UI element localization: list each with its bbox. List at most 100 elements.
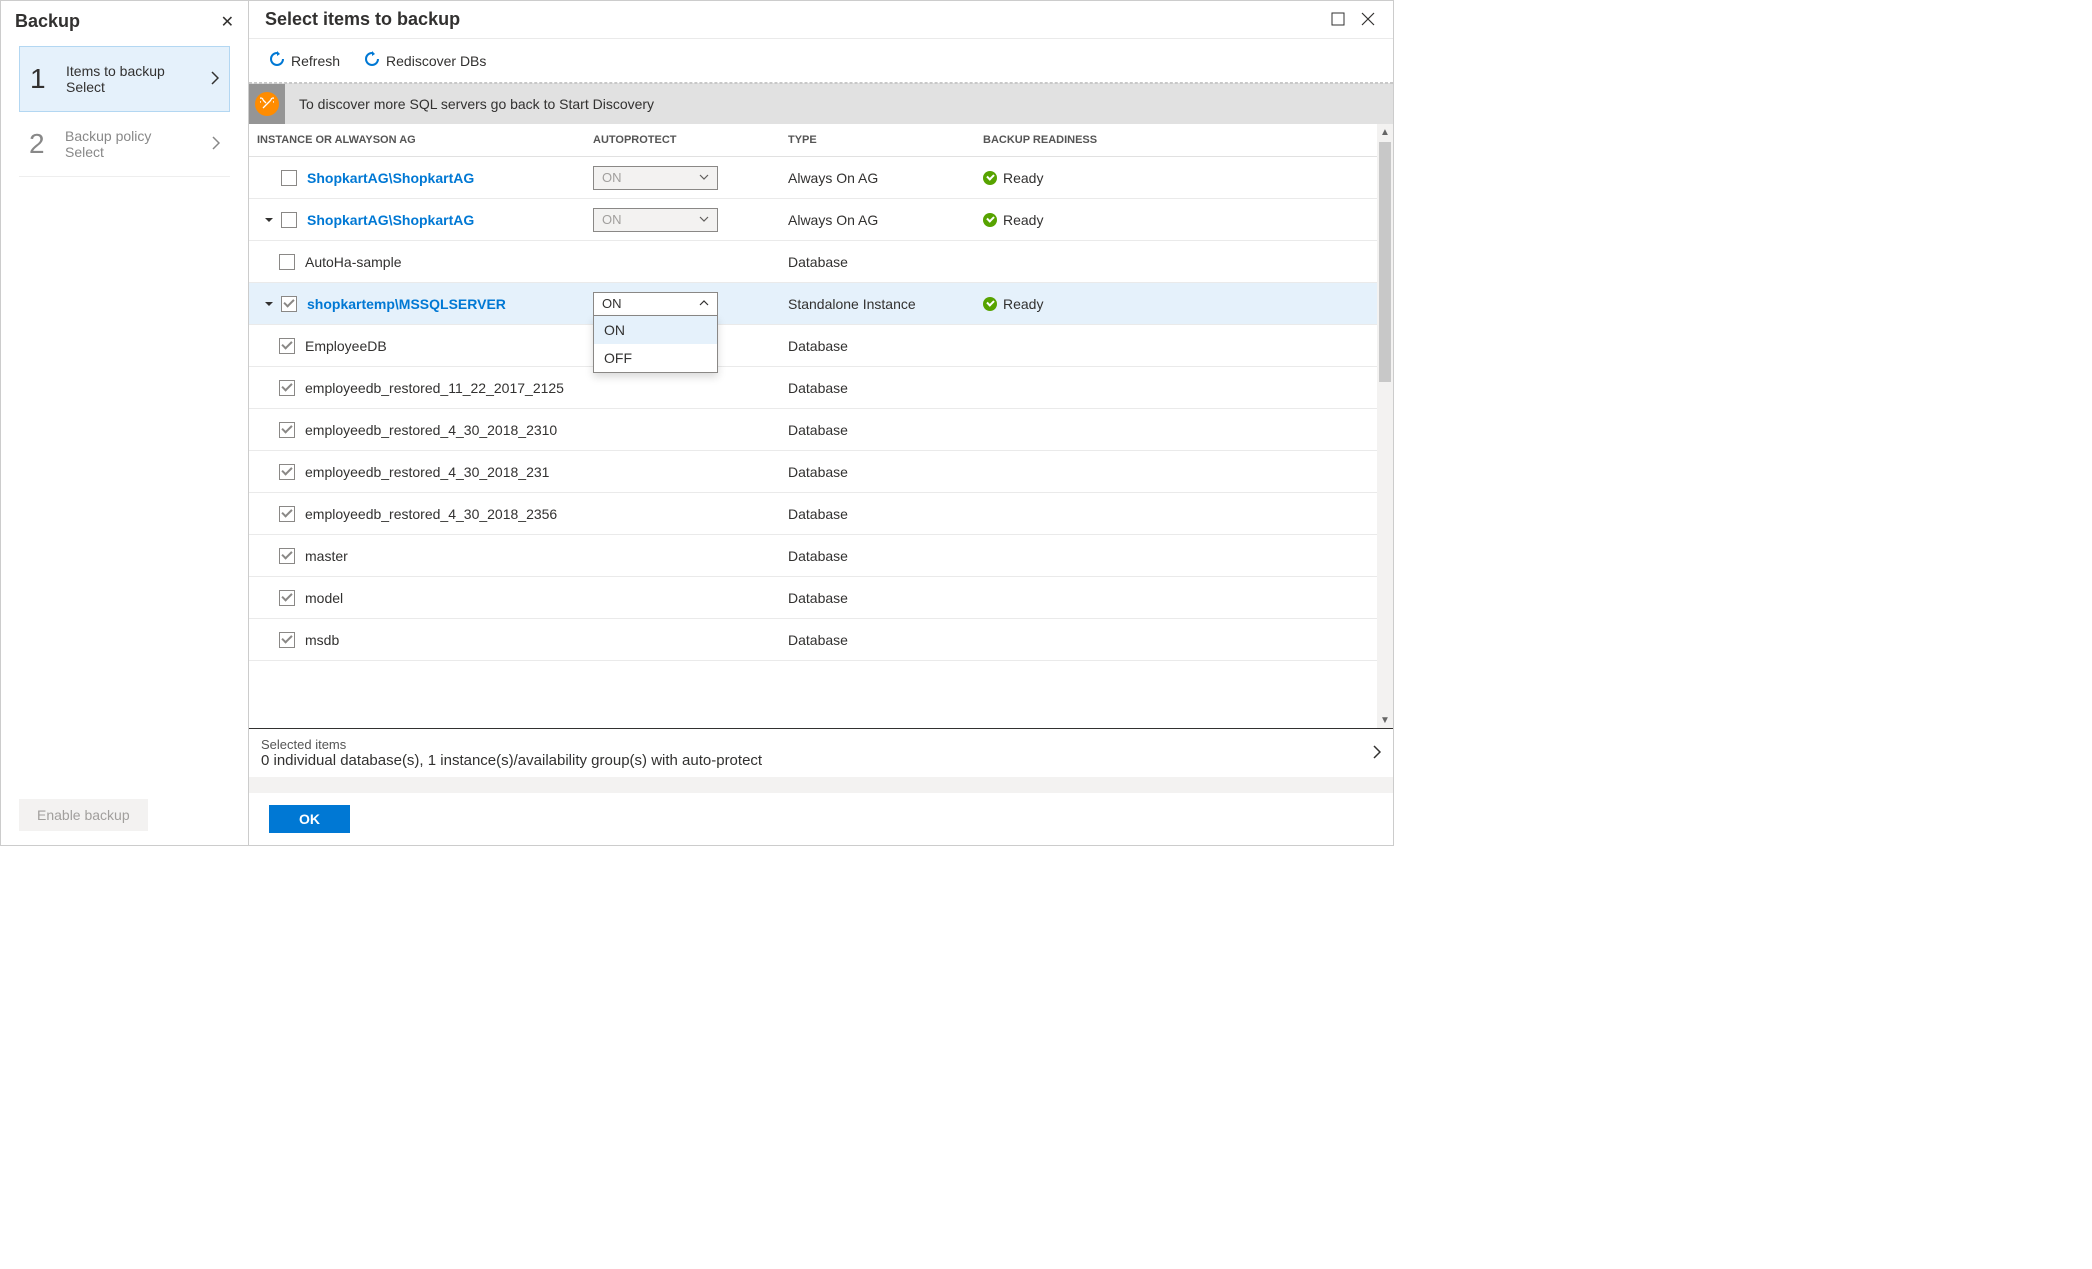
chevron-down-icon xyxy=(699,172,709,183)
type-cell: Database xyxy=(788,632,983,648)
row-checkbox[interactable] xyxy=(279,590,295,606)
chevron-down-icon xyxy=(699,214,709,225)
banner-message: To discover more SQL servers go back to … xyxy=(285,96,668,112)
table-row[interactable]: employeedb_restored_11_22_2017_2125 Datab… xyxy=(249,367,1393,409)
autoprotect-dropdown-menu[interactable]: ONOFF xyxy=(593,316,718,373)
step-items-to-backup[interactable]: 1 Items to backup Select xyxy=(19,46,230,112)
dropdown-option-on[interactable]: ON xyxy=(594,316,717,344)
col-autoprotect: AUTOPROTECT xyxy=(593,134,788,146)
database-name: master xyxy=(305,548,348,564)
database-name: AutoHa-sample xyxy=(305,254,402,270)
refresh-label: Refresh xyxy=(291,53,340,69)
row-checkbox[interactable] xyxy=(279,338,295,354)
row-checkbox[interactable] xyxy=(279,506,295,522)
row-checkbox[interactable] xyxy=(279,422,295,438)
expand-toggle-icon[interactable] xyxy=(261,215,277,225)
database-name: employeedb_restored_4_30_2018_231 xyxy=(305,464,549,480)
table-row[interactable]: modelDatabase xyxy=(249,577,1393,619)
type-cell: Always On AG xyxy=(788,170,983,186)
step-title: Backup policy xyxy=(65,128,151,144)
table-row[interactable]: ShopkartAG\ShopkartAG ON Always On AG Ready xyxy=(249,157,1393,199)
autoprotect-dropdown[interactable]: ON xyxy=(593,292,718,316)
database-name: employeedb_restored_4_30_2018_2310 xyxy=(305,422,557,438)
selected-description: 0 individual database(s), 1 instance(s)/… xyxy=(261,752,762,769)
refresh-icon xyxy=(364,51,380,70)
table-body: ShopkartAG\ShopkartAG ON Always On AG Ready… xyxy=(249,157,1393,728)
database-name: EmployeeDB xyxy=(305,338,387,354)
selected-items-bar[interactable]: Selected items 0 individual database(s),… xyxy=(249,728,1393,777)
refresh-button[interactable]: Refresh xyxy=(269,51,340,70)
database-name: employeedb_restored_4_30_2018_2356 xyxy=(305,506,557,522)
table-row[interactable]: EmployeeDB Database xyxy=(249,325,1393,367)
sidebar-panel: Backup ✕ 1 Items to backup Select 2 xyxy=(1,1,249,845)
close-icon[interactable] xyxy=(1361,12,1377,28)
tools-icon xyxy=(255,92,279,116)
row-checkbox[interactable] xyxy=(281,296,297,312)
row-checkbox[interactable] xyxy=(279,632,295,648)
selected-label: Selected items xyxy=(261,737,762,752)
dropdown-option-off[interactable]: OFF xyxy=(594,344,717,372)
step-backup-policy[interactable]: 2 Backup policy Select xyxy=(19,112,230,177)
database-name: employeedb_restored_11_22_2017_2125 xyxy=(305,380,564,396)
scroll-up-icon[interactable]: ▲ xyxy=(1377,124,1393,140)
main-panel: Select items to backup Refresh xyxy=(249,1,1393,845)
row-checkbox[interactable] xyxy=(281,212,297,228)
table-header: INSTANCE OR ALWAYSON AG AUTOPROTECT TYPE… xyxy=(249,124,1393,157)
step-number: 2 xyxy=(29,128,51,160)
type-cell: Standalone Instance xyxy=(788,296,983,312)
type-cell: Database xyxy=(788,422,983,438)
row-checkbox[interactable] xyxy=(279,380,295,396)
row-checkbox[interactable] xyxy=(281,170,297,186)
instance-name-link[interactable]: ShopkartAG\ShopkartAG xyxy=(307,212,474,228)
table-row[interactable]: msdb Database xyxy=(249,619,1393,661)
vertical-scrollbar[interactable]: ▲ ▼ xyxy=(1377,124,1393,728)
table-row[interactable]: employeedb_restored_4_30_2018_2310 Databa… xyxy=(249,409,1393,451)
type-cell: Database xyxy=(788,338,983,354)
readiness-label: Ready xyxy=(1003,212,1043,228)
table-row[interactable]: ShopkartAG\ShopkartAG ON Always On AG Ready xyxy=(249,199,1393,241)
instance-name-link[interactable]: shopkartemp\MSSQLSERVER xyxy=(307,296,506,312)
type-cell: Database xyxy=(788,506,983,522)
type-cell: Always On AG xyxy=(788,212,983,228)
chevron-right-icon xyxy=(211,71,219,88)
chevron-right-icon xyxy=(212,136,220,153)
table-row[interactable]: shopkartemp\MSSQLSERVER ON Standalone Inst… xyxy=(249,283,1393,325)
ok-button[interactable]: OK xyxy=(269,805,350,833)
row-checkbox[interactable] xyxy=(279,464,295,480)
col-readiness: BACKUP READINESS xyxy=(983,134,1385,146)
enable-backup-button[interactable]: Enable backup xyxy=(19,799,148,831)
close-icon[interactable]: ✕ xyxy=(221,12,234,32)
type-cell: Database xyxy=(788,380,983,396)
rediscover-label: Rediscover DBs xyxy=(386,53,486,69)
database-name: msdb xyxy=(305,632,339,648)
autoprotect-dropdown: ON xyxy=(593,166,718,190)
col-type: TYPE xyxy=(788,134,983,146)
info-banner: To discover more SQL servers go back to … xyxy=(249,83,1393,124)
table-row[interactable]: employeedb_restored_4_30_2018_231Databas… xyxy=(249,451,1393,493)
expand-toggle-icon[interactable] xyxy=(261,299,277,309)
col-instance: INSTANCE OR ALWAYSON AG xyxy=(253,134,593,146)
step-subtitle: Select xyxy=(66,79,165,95)
refresh-icon xyxy=(269,51,285,70)
dropdown-value: ON xyxy=(602,212,622,227)
scroll-down-icon[interactable]: ▼ xyxy=(1377,712,1393,728)
table-row[interactable]: employeedb_restored_4_30_2018_2356 Databa… xyxy=(249,493,1393,535)
instance-name-link[interactable]: ShopkartAG\ShopkartAG xyxy=(307,170,474,186)
table-row[interactable]: AutoHa-sample Database xyxy=(249,241,1393,283)
horizontal-scrollbar[interactable] xyxy=(249,777,1393,793)
type-cell: Database xyxy=(788,254,983,270)
row-checkbox[interactable] xyxy=(279,254,295,270)
readiness-label: Ready xyxy=(1003,296,1043,312)
autoprotect-dropdown: ON xyxy=(593,208,718,232)
step-subtitle: Select xyxy=(65,144,151,160)
dropdown-value: ON xyxy=(602,170,622,185)
row-checkbox[interactable] xyxy=(279,548,295,564)
main-title: Select items to backup xyxy=(265,9,460,30)
chevron-right-icon xyxy=(1373,745,1381,762)
maximize-icon[interactable] xyxy=(1331,12,1347,28)
database-name: model xyxy=(305,590,343,606)
scroll-thumb[interactable] xyxy=(1379,142,1391,382)
rediscover-button[interactable]: Rediscover DBs xyxy=(364,51,486,70)
table-row[interactable]: masterDatabase xyxy=(249,535,1393,577)
readiness-label: Ready xyxy=(1003,170,1043,186)
